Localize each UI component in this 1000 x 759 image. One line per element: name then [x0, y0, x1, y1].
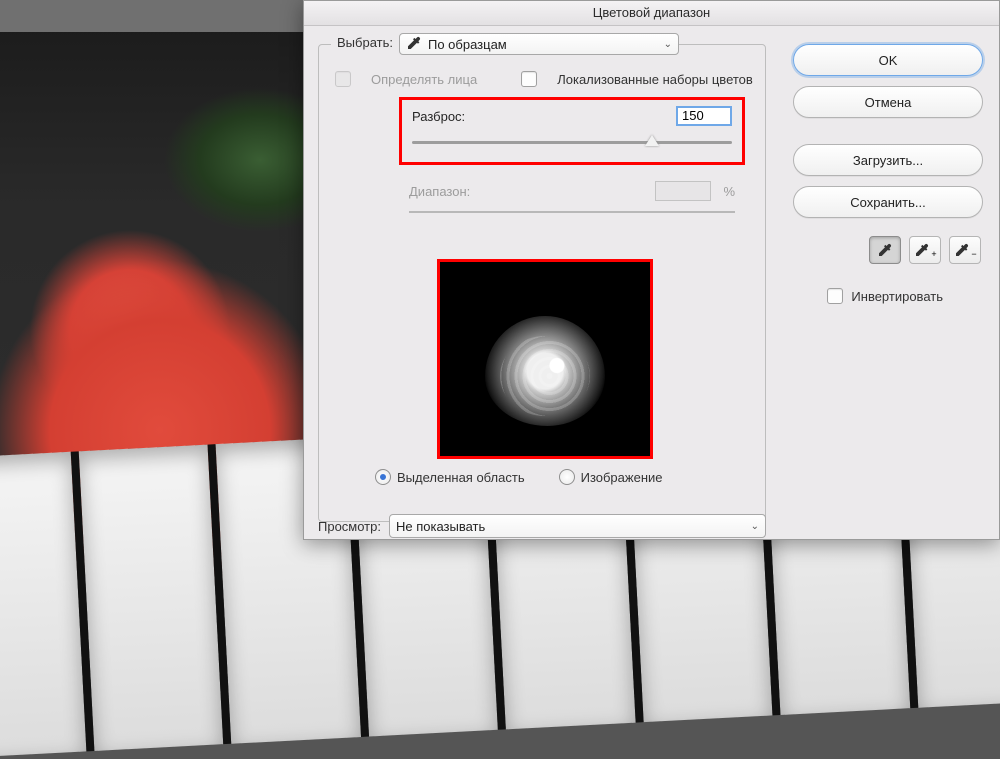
radio-selection[interactable]: Выделенная область	[375, 469, 525, 485]
preview-mode-dropdown[interactable]: Не показывать ⌄	[389, 514, 766, 538]
chevron-down-icon: ⌄	[664, 39, 672, 50]
radio-image-dot	[559, 469, 575, 485]
range-block: Диапазон: %	[409, 181, 735, 213]
radio-selection-label: Выделенная область	[397, 470, 525, 485]
selection-preview	[437, 259, 653, 459]
save-button[interactable]: Сохранить...	[793, 186, 983, 218]
color-range-dialog: Цветовой диапазон Выбрать: По образцам ⌄…	[303, 0, 1000, 540]
select-label: Выбрать:	[331, 35, 399, 50]
cancel-button[interactable]: Отмена	[793, 86, 983, 118]
radio-image[interactable]: Изображение	[559, 469, 663, 485]
fuzziness-slider[interactable]	[412, 136, 732, 150]
slider-thumb[interactable]	[645, 135, 659, 146]
select-mode-dropdown[interactable]: По образцам ⌄	[399, 33, 679, 55]
detect-faces-label: Определять лица	[371, 72, 477, 87]
load-button[interactable]: Загрузить...	[793, 144, 983, 176]
localized-clusters-checkbox[interactable]	[521, 71, 537, 87]
preview-label: Просмотр:	[318, 519, 381, 534]
fuzziness-input[interactable]: 150	[676, 106, 732, 126]
dialog-title: Цветовой диапазон	[304, 1, 999, 26]
range-input	[655, 181, 711, 201]
preview-mode-value: Не показывать	[396, 519, 485, 534]
ok-button[interactable]: OK	[793, 44, 983, 76]
radio-selection-dot	[375, 469, 391, 485]
invert-checkbox[interactable]	[827, 288, 843, 304]
invert-label: Инвертировать	[851, 289, 943, 304]
eyedropper-icon	[406, 35, 422, 54]
chevron-down-icon: ⌄	[751, 521, 759, 532]
eyedropper-tool[interactable]	[869, 236, 901, 264]
fuzziness-label: Разброс:	[412, 109, 465, 124]
fuzziness-highlight: Разброс: 150	[399, 97, 745, 165]
range-unit: %	[723, 184, 735, 199]
range-label: Диапазон:	[409, 184, 470, 199]
eyedropper-add-tool[interactable]: +	[909, 236, 941, 264]
detect-faces-checkbox	[335, 71, 351, 87]
select-mode-value: По образцам	[428, 37, 507, 52]
localized-clusters-label: Локализованные наборы цветов	[557, 72, 753, 87]
preview-rose-mask	[485, 316, 605, 426]
radio-image-label: Изображение	[581, 470, 663, 485]
eyedropper-subtract-tool[interactable]: −	[949, 236, 981, 264]
range-slider	[409, 211, 735, 213]
select-groupbox: Выбрать: По образцам ⌄ Определять лица Л…	[318, 44, 766, 522]
